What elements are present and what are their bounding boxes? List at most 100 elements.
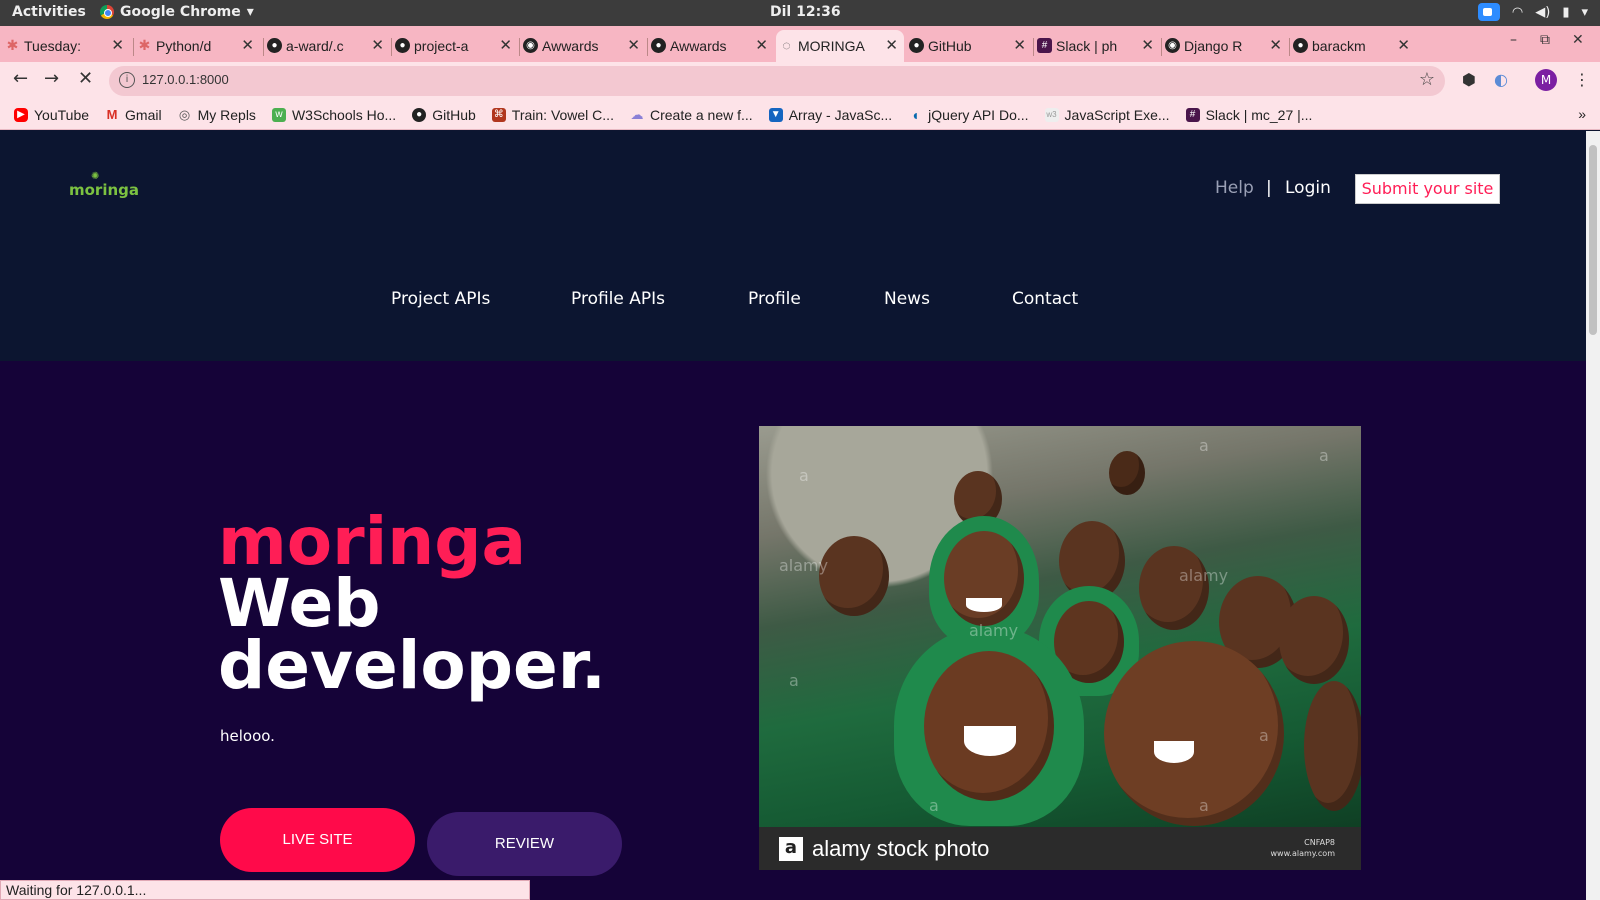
tab[interactable]: ✱ Tuesday: ✕: [2, 30, 130, 62]
app-menu-label: Google Chrome: [120, 4, 241, 20]
bookmark-create[interactable]: ☁ Create a new f...: [630, 106, 753, 123]
tab[interactable]: ● project-a ✕: [392, 30, 518, 62]
loading-icon: ◌: [782, 37, 791, 53]
zoom-icon[interactable]: [1477, 3, 1500, 21]
alamy-logo-icon: a: [779, 837, 803, 861]
volume-icon: ◀): [1535, 4, 1551, 20]
tab-title: project-a: [414, 38, 469, 54]
photo-code: CNFAP8 www.alamy.com: [1271, 837, 1335, 859]
github-icon: ●: [267, 38, 282, 53]
close-icon[interactable]: ✕: [627, 36, 640, 54]
extension-icon[interactable]: ⬢: [1462, 70, 1476, 89]
back-icon[interactable]: ←: [13, 68, 28, 89]
nav-profile[interactable]: Profile: [748, 289, 801, 309]
close-icon[interactable]: ✕: [1397, 36, 1410, 54]
hero-section: moringa Web developer. helooo. LIVE SITE…: [0, 361, 1586, 900]
avatar[interactable]: M: [1535, 69, 1557, 91]
tab[interactable]: # Slack | ph ✕: [1034, 30, 1160, 62]
more-bookmarks-icon[interactable]: »: [1578, 106, 1586, 122]
tab[interactable]: ◉ Django R ✕: [1162, 30, 1288, 62]
maximize-icon[interactable]: ⧉: [1540, 32, 1550, 48]
close-icon[interactable]: ✕: [111, 36, 124, 54]
bookmark-github[interactable]: ● GitHub: [412, 107, 476, 123]
battery-icon: ▮: [1562, 4, 1570, 20]
tab-title: Awwards: [670, 38, 727, 54]
bookmark-label: W3Schools Ho...: [291, 106, 397, 123]
github-icon: ●: [395, 38, 410, 53]
tab[interactable]: ✱ Python/d ✕: [134, 30, 260, 62]
url-text[interactable]: 127.0.0.1:8000: [142, 72, 229, 87]
window-close-icon[interactable]: ✕: [1572, 32, 1584, 48]
clock[interactable]: Dil 12:36: [770, 4, 841, 20]
extension-icon[interactable]: ◐: [1494, 70, 1508, 89]
w3schools-icon: w: [271, 107, 286, 122]
tab[interactable]: ◉ Awwards ✕: [520, 30, 646, 62]
nav-contact[interactable]: Contact: [1012, 289, 1078, 309]
page-viewport: ✺ moringa Help | Login Submit your site …: [0, 131, 1586, 900]
github-icon: ●: [412, 107, 427, 122]
bookmark-jquery[interactable]: ◖ jQuery API Do...: [908, 106, 1029, 123]
slack-icon: #: [1185, 107, 1200, 122]
activities-button[interactable]: Activities: [12, 4, 86, 20]
nav-news[interactable]: News: [884, 289, 930, 309]
bookmark-gmail[interactable]: M Gmail: [105, 107, 162, 123]
globe-icon: ◉: [1165, 38, 1180, 53]
globe-icon: ◉: [523, 38, 538, 53]
login-link[interactable]: Login: [1285, 178, 1331, 198]
tab-title: MORINGA: [798, 38, 865, 54]
bookmark-label: GitHub: [432, 106, 476, 123]
close-icon[interactable]: ✕: [241, 36, 254, 54]
stop-loading-icon[interactable]: ✕: [78, 68, 93, 89]
site-logo[interactable]: ✺ moringa: [69, 171, 139, 199]
bookmark-mdn-array[interactable]: ▼ Array - JavaSc...: [768, 107, 892, 123]
bookmark-w3schools[interactable]: w W3Schools Ho...: [271, 106, 397, 123]
close-icon[interactable]: ✕: [755, 36, 768, 54]
nav-profile-apis[interactable]: Profile APIs: [571, 289, 665, 309]
palm-icon: ✱: [138, 37, 151, 53]
tab-title: Awwards: [542, 38, 599, 54]
bookmark-slack[interactable]: # Slack | mc_27 |...: [1185, 107, 1312, 123]
tab[interactable]: ● barackm ✕: [1290, 30, 1416, 62]
kebab-menu-icon[interactable]: ⋮: [1574, 70, 1590, 89]
youtube-icon: ▶: [14, 107, 28, 122]
chevron-down-icon: ▾: [1581, 4, 1588, 20]
bookmark-js-exec[interactable]: w3 JavaScript Exe...: [1044, 107, 1170, 123]
tab-active[interactable]: ◌ MORINGA ✕: [776, 30, 904, 62]
system-tray[interactable]: ◠ ◀) ▮ ▾: [1477, 3, 1588, 21]
tab[interactable]: ● GitHub ✕: [906, 30, 1032, 62]
close-icon[interactable]: ✕: [371, 36, 384, 54]
bookmark-label: My Repls: [197, 106, 256, 123]
close-icon[interactable]: ✕: [1269, 36, 1282, 54]
tab[interactable]: ● a-ward/.c ✕: [264, 30, 390, 62]
bookmark-repls[interactable]: ◎ My Repls: [178, 107, 256, 123]
scrollbar-thumb[interactable]: [1589, 145, 1597, 335]
status-bubble: Waiting for 127.0.0.1...: [0, 880, 530, 900]
forward-icon[interactable]: →: [44, 68, 59, 89]
replit-icon: ◎: [178, 106, 191, 122]
submit-site-button[interactable]: Submit your site: [1355, 174, 1500, 204]
browser-toolbar: ← → ✕ i 127.0.0.1:8000 ☆ ⬢ ◐ M ⋮: [0, 62, 1600, 100]
tab[interactable]: ● Awwards ✕: [648, 30, 774, 62]
address-bar[interactable]: i 127.0.0.1:8000 ☆: [109, 66, 1445, 96]
tab-title: Python/d: [156, 38, 212, 54]
bookmark-label: Create a new f...: [649, 106, 753, 123]
close-icon[interactable]: ✕: [499, 36, 512, 54]
bookmark-youtube[interactable]: ▶ YouTube: [14, 107, 89, 123]
site-info-icon[interactable]: i: [119, 72, 135, 88]
jquery-icon: ◖: [910, 106, 920, 123]
close-icon[interactable]: ✕: [1141, 36, 1154, 54]
bookmark-codewars[interactable]: ⌘ Train: Vowel C...: [491, 107, 614, 123]
hero-photo: a a a alamy alamy alamy a a a a a alamy …: [759, 426, 1361, 870]
close-icon[interactable]: ✕: [885, 36, 898, 54]
help-link[interactable]: Help: [1215, 178, 1254, 198]
github-icon: ●: [909, 38, 924, 53]
close-icon[interactable]: ✕: [1013, 36, 1026, 54]
minimize-icon[interactable]: –: [1510, 32, 1517, 48]
wifi-icon: ◠: [1511, 4, 1524, 20]
live-site-button[interactable]: LIVE SITE: [220, 808, 415, 872]
page-scrollbar[interactable]: [1586, 131, 1600, 900]
review-button[interactable]: REVIEW: [427, 812, 622, 876]
app-menu[interactable]: Google Chrome ▾: [100, 4, 254, 20]
bookmark-star-icon[interactable]: ☆: [1419, 69, 1435, 90]
nav-project-apis[interactable]: Project APIs: [391, 289, 490, 309]
